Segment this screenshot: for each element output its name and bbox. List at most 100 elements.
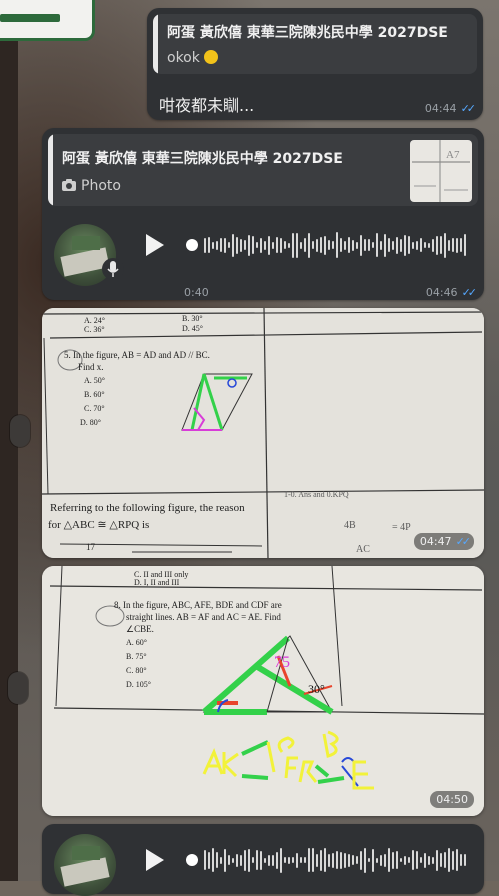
voice-waveform[interactable]	[186, 840, 466, 880]
waveform-bar	[348, 237, 350, 253]
waveform-bar	[288, 856, 290, 864]
play-icon[interactable]	[146, 234, 164, 256]
waveform-bar	[336, 851, 338, 869]
waveform-bar	[340, 238, 342, 252]
waveform-bar	[208, 237, 210, 253]
reply-quote[interactable]: 阿蛋 黃欣僖 東華三院陳兆民中學 2027DSE okok	[153, 14, 477, 74]
waveform-bar	[324, 848, 326, 872]
waveform-scrubber[interactable]	[186, 239, 198, 251]
waveform-bar	[276, 851, 278, 869]
waveform-bar	[456, 237, 458, 253]
waveform-bar	[456, 849, 458, 871]
scroll-handle[interactable]	[10, 415, 30, 447]
waveform-bar	[416, 851, 418, 869]
question-5-line-2: Find x.	[78, 362, 104, 372]
waveform-bar	[296, 852, 298, 868]
waveform-bar	[432, 856, 434, 864]
scroll-handle[interactable]	[8, 672, 28, 704]
label-17: 17	[86, 542, 95, 552]
waveform-bar	[388, 238, 390, 252]
waveform-bar	[424, 852, 426, 868]
reply-quote[interactable]: 阿蛋 黃欣僖 東華三院陳兆民中學 2027DSE Photo A7	[48, 134, 478, 206]
waveform-bar	[384, 853, 386, 867]
waveform-bar	[440, 236, 442, 254]
photo-thumbnail[interactable]: A7	[410, 140, 472, 202]
waveform-bar	[376, 857, 378, 863]
waveform-bar	[464, 234, 466, 256]
reply-sender-name: 阿蛋 黃欣僖 東華三院陳兆民中學 2027DSE	[62, 151, 343, 167]
message-bubble-1[interactable]: 阿蛋 黃欣僖 東華三院陳兆民中學 2027DSE okok 咁夜都未瞓... 0…	[147, 8, 483, 120]
waveform-bar	[400, 858, 402, 862]
q5-option-a: A. 50°	[84, 376, 105, 385]
double-check-icon: ✓✓	[460, 102, 477, 115]
waveform-bar	[332, 852, 334, 868]
play-icon[interactable]	[146, 849, 164, 871]
waveform-bar	[300, 241, 302, 249]
waveform-bar	[396, 236, 398, 254]
waveform-bar	[312, 848, 314, 872]
voice-waveform[interactable]	[186, 225, 466, 265]
waveform-bar	[416, 240, 418, 250]
waveform-bar	[392, 240, 394, 250]
waveform-bar	[432, 238, 434, 252]
waveform-bar	[436, 235, 438, 255]
waveform-bar	[372, 848, 374, 872]
waveform-scrubber[interactable]	[186, 854, 198, 866]
waveform-bar	[284, 241, 286, 249]
waveform-bar	[376, 233, 378, 257]
avatar[interactable]	[54, 834, 116, 896]
handwritten-note: 1-0. Ans and 0.KPQ	[284, 490, 349, 499]
handwritten-note: = 4P	[392, 522, 411, 533]
waveform-bar	[352, 239, 354, 251]
waveform-bar	[308, 232, 310, 258]
waveform-bar	[260, 850, 262, 870]
waveform-bar	[460, 854, 462, 866]
microphone-icon	[102, 258, 124, 280]
waveform-bar	[276, 237, 278, 253]
waveform-bar	[208, 851, 210, 869]
waveform-bar	[280, 237, 282, 253]
option-c: C. 36°	[84, 325, 105, 334]
waveform-bar	[328, 853, 330, 867]
smirk-emoji-icon	[203, 50, 218, 64]
q8-option-d: D. 105°	[126, 680, 151, 689]
option-d: D. I, II and III	[134, 578, 180, 587]
message-time: 04:50	[430, 791, 474, 808]
waveform-bar	[212, 241, 214, 249]
waveform-bar	[284, 857, 286, 863]
message-bubble-2[interactable]: 阿蛋 黃欣僖 東華三院陳兆民中學 2027DSE Photo A7 0:40 0…	[42, 128, 484, 300]
waveform-bar	[256, 850, 258, 870]
photo-message-1[interactable]: A. 24° B. 30° C. 36° D. 45° 5. In the fi…	[42, 308, 484, 558]
waveform-bar	[244, 849, 246, 871]
handwritten-note: 4B	[344, 520, 356, 531]
waveform-bar	[412, 241, 414, 249]
message-bubble-5[interactable]	[42, 824, 484, 896]
waveform-bar	[312, 241, 314, 249]
waveform-bar	[452, 850, 454, 870]
waveform-bar	[232, 233, 234, 257]
q5-option-b: B. 60°	[84, 390, 105, 399]
reply-sender-name: 阿蛋 黃欣僖 東華三院陳兆民中學 2027DSE	[167, 25, 448, 41]
waveform-bar	[384, 233, 386, 257]
waveform-bar	[320, 237, 322, 253]
waveform-bar	[288, 242, 290, 248]
q5-option-d: D. 80°	[80, 418, 101, 427]
voice-duration: 0:40	[184, 286, 209, 299]
waveform-bar	[272, 241, 274, 249]
waveform-bar	[360, 234, 362, 256]
message-time: 04:44 ✓✓	[424, 102, 477, 115]
waveform-bar	[444, 852, 446, 868]
waveform-bar	[304, 857, 306, 863]
waveform-bar	[232, 857, 234, 863]
option-a: A. 24°	[84, 316, 105, 325]
q8-option-c: C. 80°	[126, 666, 147, 675]
waveform-bar	[204, 850, 206, 870]
message-text: 咁夜都未瞓...	[159, 96, 255, 115]
waveform-bar	[360, 850, 362, 870]
waveform-bar	[224, 237, 226, 253]
waveform-bar	[220, 238, 222, 252]
option-d: D. 45°	[182, 324, 203, 333]
photo-message-2[interactable]: C. II and III only D. I, II and III 8. I…	[42, 566, 484, 816]
waveform-bar	[356, 856, 358, 864]
waveform-bar	[252, 236, 254, 254]
